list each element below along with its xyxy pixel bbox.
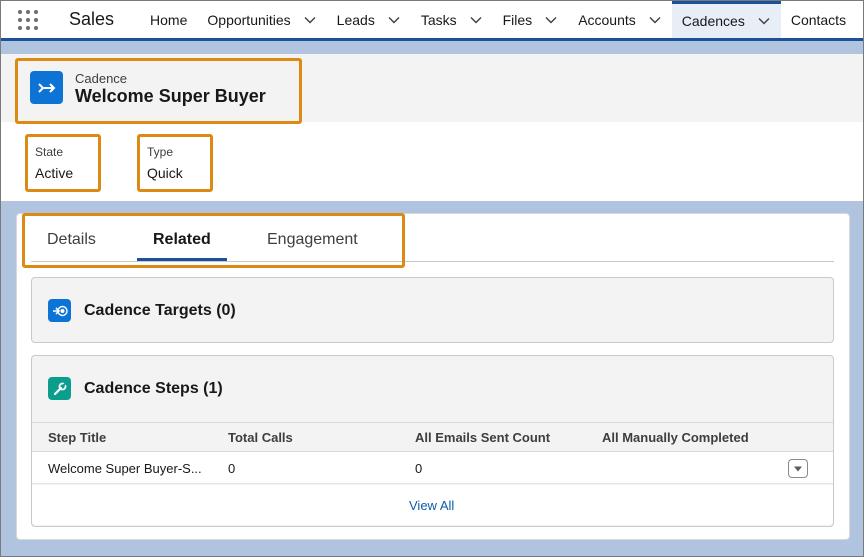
cadence-steps-title[interactable]: Cadence Steps (1) (84, 380, 223, 398)
chevron-down-icon[interactable] (648, 13, 662, 27)
nav-item-label: Home (150, 11, 188, 28)
app-window: Sales Home Opportunities Leads Tasks Fil… (0, 0, 864, 557)
dropdown-triangle-icon (794, 466, 802, 471)
wrench-icon (48, 377, 71, 400)
nav-item-label: Opportunities (207, 11, 291, 28)
cell-emails-sent: 0 (415, 461, 423, 476)
chevron-down-icon[interactable] (469, 13, 483, 27)
nav-item-label: Leads (336, 11, 375, 28)
highlight-box-state (25, 134, 101, 192)
nav-item-contacts[interactable]: Contacts (781, 1, 856, 38)
nav-item-leads[interactable]: Leads (327, 1, 411, 38)
nav-item-cadences[interactable]: Cadences (671, 1, 781, 38)
column-header-emails-sent[interactable]: All Emails Sent Count (415, 430, 550, 445)
nav-item-accounts[interactable]: Accounts (568, 1, 672, 38)
app-name: Sales (69, 9, 115, 29)
nav-item-label: Tasks (420, 11, 457, 28)
column-header-manually-completed[interactable]: All Manually Completed (602, 430, 749, 445)
nav-item-files[interactable]: Files (493, 1, 569, 38)
nav-item-label: Accounts (578, 11, 636, 28)
nav-item-label: Files (502, 11, 533, 28)
nav-item-opportunities[interactable]: Opportunities (197, 1, 326, 38)
row-actions-button[interactable] (788, 459, 808, 478)
app-launcher-icon (18, 9, 38, 30)
nav-item-home[interactable]: Home (140, 1, 197, 38)
highlight-box-tabs (22, 213, 405, 268)
cell-total-calls: 0 (228, 461, 236, 476)
chevron-down-icon[interactable] (544, 13, 558, 27)
global-nav: Sales Home Opportunities Leads Tasks Fil… (1, 1, 863, 41)
highlight-box-type (137, 134, 213, 192)
column-header-total-calls[interactable]: Total Calls (228, 430, 293, 445)
cadence-targets-title[interactable]: Cadence Targets (0) (84, 302, 236, 320)
app-launcher-button[interactable] (1, 1, 55, 38)
nav-item-tasks[interactable]: Tasks (411, 1, 493, 38)
cell-step-title[interactable]: Welcome Super Buyer-S... (48, 461, 202, 476)
highlight-box-title (15, 58, 302, 124)
chevron-down-icon[interactable] (387, 13, 401, 27)
nav-item-label: Cadences (681, 13, 745, 29)
chevron-down-icon[interactable] (303, 13, 317, 27)
cadence-target-icon (48, 299, 71, 322)
view-all-link[interactable]: View All (409, 498, 454, 513)
chevron-down-icon[interactable] (757, 14, 771, 28)
nav-item-label: Contacts (790, 11, 847, 28)
column-header-step-title[interactable]: Step Title (48, 430, 106, 445)
